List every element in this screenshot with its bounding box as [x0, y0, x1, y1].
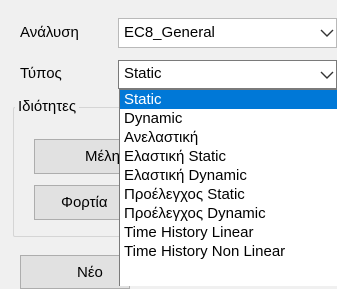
dropdown-item-time-history-linear[interactable]: Time History Linear	[120, 223, 337, 242]
dropdown-item-elastic-dynamic[interactable]: Ελαστική Dynamic	[120, 166, 337, 185]
type-select-value: Static	[124, 65, 162, 82]
analysis-label: Ανάλυση	[20, 24, 79, 41]
new-button[interactable]: Νέο	[20, 255, 130, 289]
chevron-down-icon[interactable]	[318, 61, 336, 88]
chevron-down-icon[interactable]	[318, 19, 336, 47]
type-label: Τύπος	[20, 65, 62, 82]
analysis-select-value: EC8_General	[124, 24, 215, 41]
dropdown-item-static[interactable]: Static	[120, 90, 337, 109]
dropdown-item-inelastic[interactable]: Ανελαστική	[120, 128, 337, 147]
dropdown-item-precheck-dynamic[interactable]: Προέλεγχος Dynamic	[120, 204, 337, 223]
analysis-select[interactable]: EC8_General	[118, 18, 337, 48]
dropdown-item-precheck-static[interactable]: Προέλεγχος Static	[120, 185, 337, 204]
type-select[interactable]: Static	[118, 60, 337, 89]
dropdown-item-dynamic[interactable]: Dynamic	[120, 109, 337, 128]
dropdown-item-time-history-nonlinear[interactable]: Time History Non Linear	[120, 242, 337, 261]
dropdown-item-elastic-static[interactable]: Ελαστική Static	[120, 147, 337, 166]
properties-group-title: Ιδιότητες	[15, 98, 80, 116]
type-dropdown-list[interactable]: Static Dynamic Ανελαστική Ελαστική Stati…	[119, 89, 337, 286]
